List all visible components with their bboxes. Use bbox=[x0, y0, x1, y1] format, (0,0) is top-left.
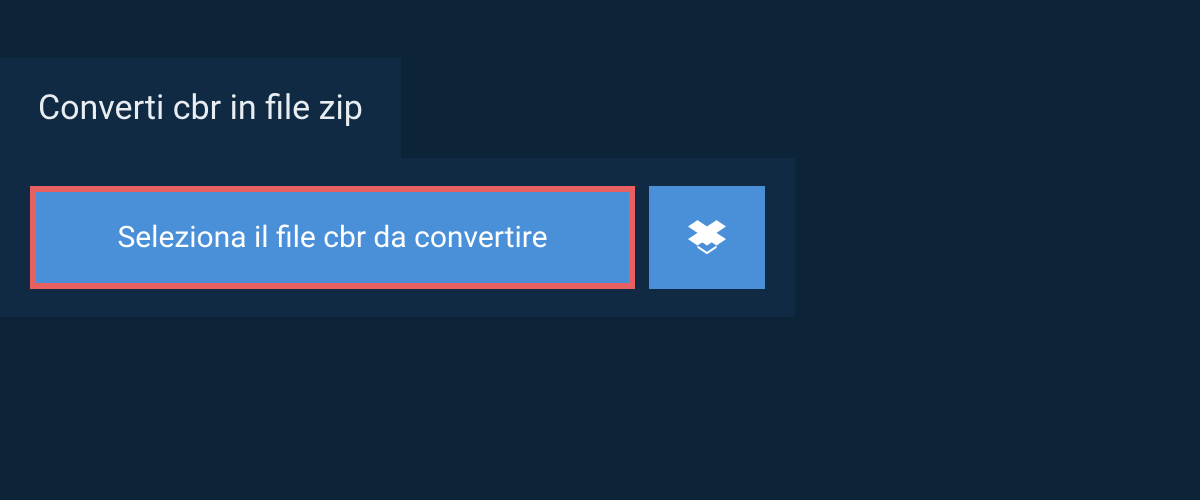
header-tab: Converti cbr in file zip bbox=[0, 58, 401, 158]
select-file-label: Seleziona il file cbr da convertire bbox=[117, 220, 547, 255]
content-panel: Seleziona il file cbr da convertire bbox=[0, 158, 795, 317]
page-title: Converti cbr in file zip bbox=[38, 88, 363, 128]
select-file-button[interactable]: Seleziona il file cbr da convertire bbox=[30, 186, 635, 289]
dropbox-button[interactable] bbox=[649, 186, 765, 289]
dropbox-icon bbox=[688, 217, 726, 259]
